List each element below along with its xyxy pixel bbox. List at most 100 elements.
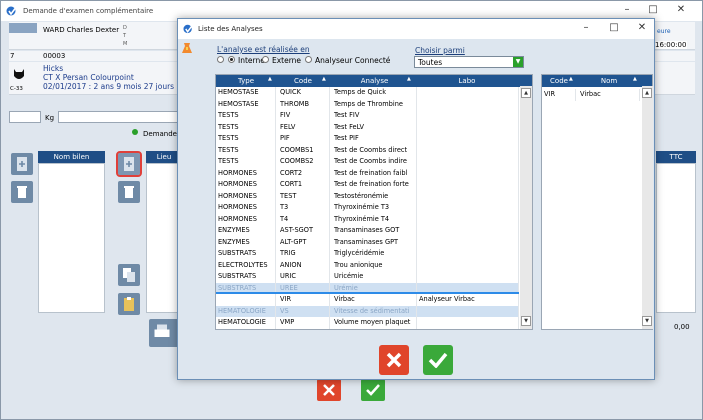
cell-type: ENZYMES xyxy=(216,225,276,237)
cell-code: AST-SGOT xyxy=(278,225,330,237)
col-right-nom[interactable]: Nom xyxy=(578,75,640,87)
table-row[interactable]: HORMONES T3 Thyroxinémie T3 xyxy=(216,202,519,214)
app-logo-icon xyxy=(183,23,194,34)
scroll-up-icon[interactable]: ▲ xyxy=(642,88,652,98)
analyses-scrollbar[interactable]: ▲ ▼ xyxy=(520,86,532,329)
sort-icon[interactable]: ▲ xyxy=(268,76,272,82)
table-row[interactable]: ENZYMES AST-SGOT Transaminases GOT xyxy=(216,225,519,237)
ok-button[interactable] xyxy=(423,345,453,375)
table-row[interactable]: HEMOSTASE THROMB Temps de Thrombine xyxy=(216,98,519,110)
analyses-table[interactable]: Type ▲ Code ▲ Analyse ▲ Labo HEMOSTASE QU… xyxy=(215,74,533,330)
delete-bilan-button[interactable] xyxy=(11,181,33,203)
sort-icon[interactable]: ▲ xyxy=(407,76,411,82)
demande-radio[interactable] xyxy=(132,129,138,135)
dialog-title: Liste des Analyses xyxy=(198,25,263,33)
table-row[interactable]: TESTS COOMBS2 Test de Coombs indire xyxy=(216,156,519,168)
dialog-minimize-icon[interactable]: – xyxy=(574,22,598,34)
table-row[interactable]: SUBSTRATS URIC Uricémie xyxy=(216,271,519,283)
cell-nom: Virbac xyxy=(578,89,640,101)
radio-interne[interactable] xyxy=(228,56,235,63)
analyseur-rows: VIR Virbac xyxy=(542,89,642,329)
analyseur-row[interactable]: VIR Virbac xyxy=(542,89,642,101)
delete-analyse-button[interactable] xyxy=(118,181,140,203)
cell-type: HEMOSTASE xyxy=(216,98,276,110)
cell-code: QUICK xyxy=(278,87,330,99)
close-icon[interactable]: ✕ xyxy=(669,4,693,16)
table-row[interactable]: ELECTROLYTES ANION Trou anionique xyxy=(216,259,519,271)
radio-analyseur[interactable] xyxy=(305,56,312,63)
cancel-button[interactable] xyxy=(379,345,409,375)
table-row[interactable]: SUBSTRATS TRIG Triglycéridémie xyxy=(216,248,519,260)
table-row[interactable]: TESTS COOMBS1 Test de Coombs direct xyxy=(216,144,519,156)
cell-code: FELV xyxy=(278,121,330,133)
dialog-close-icon[interactable]: ✕ xyxy=(630,22,654,34)
trash-icon xyxy=(124,186,134,198)
table-row[interactable]: ENZYMES ALT-GPT Transaminases GPT xyxy=(216,236,519,248)
table-row[interactable]: TESTS FELV Test FeLV xyxy=(216,121,519,133)
table-row[interactable]: HEMOSTASE QUICK Temps de Quick xyxy=(216,87,519,99)
table-row[interactable]: VIR Virbac Analyseur Virbac xyxy=(216,292,519,308)
cell-code: UREE xyxy=(278,282,330,294)
sort-icon[interactable]: ▲ xyxy=(322,76,326,82)
cell-type: TESTS xyxy=(216,144,276,156)
bg-cancel-button[interactable] xyxy=(317,379,341,401)
col-code[interactable]: Code xyxy=(278,75,328,87)
ttc-header[interactable]: TTC xyxy=(656,151,696,163)
table-row[interactable]: HEMATOLOGIE VS Vitesse de sédimentati xyxy=(216,305,519,317)
cell-labo: Analyseur Virbac xyxy=(417,294,519,306)
minimize-icon[interactable]: – xyxy=(615,4,639,16)
cell-type: TESTS xyxy=(216,156,276,168)
weight-field[interactable] xyxy=(58,111,178,123)
weight-input[interactable] xyxy=(9,111,41,123)
table-row[interactable]: TESTS FIV Test FIV xyxy=(216,110,519,122)
plus-doc-icon xyxy=(124,157,134,171)
heure-value[interactable]: 16:00:00 xyxy=(654,41,688,49)
scroll-down-icon[interactable]: ▼ xyxy=(521,316,531,326)
cell-analyse: Test de Coombs direct xyxy=(332,144,417,156)
maximize-icon[interactable]: □ xyxy=(641,4,665,16)
table-row[interactable]: SUBSTRATS UREE Urémie xyxy=(216,282,519,294)
analyseur-scrollbar[interactable]: ▲ ▼ xyxy=(642,86,653,329)
scroll-down-icon[interactable]: ▼ xyxy=(642,316,652,326)
col-type[interactable]: Type xyxy=(216,75,276,87)
table-row[interactable]: HORMONES CORT2 Test de freination faibl xyxy=(216,167,519,179)
sort-icon[interactable]: ▲ xyxy=(569,76,573,82)
add-bilan-button[interactable] xyxy=(11,153,33,175)
cell-analyse: Testostéronémie xyxy=(332,190,417,202)
option-interne[interactable]: Interne xyxy=(238,56,265,65)
table-row[interactable]: HEMATOLOGIE VMP Volume moyen plaquet xyxy=(216,317,519,329)
col-analyse[interactable]: Analyse xyxy=(332,75,417,87)
cell-code: T3 xyxy=(278,202,330,214)
cell-analyse: Volume moyen plaquet xyxy=(332,317,417,329)
check-icon xyxy=(366,384,380,396)
analyseur-table[interactable]: Code ▲ Nom ▲ VIR Virbac xyxy=(541,74,653,330)
table-row[interactable]: HORMONES CORT1 Test de freination forte xyxy=(216,179,519,191)
col-labo[interactable]: Labo xyxy=(417,75,517,87)
sort-icon[interactable]: ▲ xyxy=(633,76,637,82)
table-row[interactable]: HORMONES T4 Thyroxinémie T4 xyxy=(216,213,519,225)
option-externe[interactable]: Externe xyxy=(272,56,301,65)
table-row[interactable]: TESTS PIF Test PIF xyxy=(216,133,519,145)
bg-ok-button[interactable] xyxy=(361,379,385,401)
dialog-maximize-icon[interactable]: □ xyxy=(602,22,626,34)
copy-button[interactable] xyxy=(118,264,140,286)
choisir-select[interactable]: Toutes ▼ xyxy=(414,56,524,68)
cell-labo xyxy=(417,317,519,329)
add-analyse-button[interactable] xyxy=(116,151,142,177)
paste-button[interactable] xyxy=(118,293,140,315)
chevron-down-icon[interactable]: ▼ xyxy=(513,57,523,67)
nom-bilen-header[interactable]: Nom bilen xyxy=(38,151,105,163)
option-analyseur-connecte[interactable]: Analyseur Connecté xyxy=(315,56,390,65)
cell-analyse: Virbac xyxy=(332,294,417,306)
radio-interne-all[interactable] xyxy=(217,56,224,63)
print-button[interactable] xyxy=(149,319,179,347)
cell-type: TESTS xyxy=(216,121,276,133)
scroll-up-icon[interactable]: ▲ xyxy=(521,88,531,98)
ttc-list[interactable] xyxy=(656,163,696,313)
bilan-list[interactable] xyxy=(38,163,105,313)
patient-name: WARD Charles Dexter xyxy=(43,26,120,34)
radio-externe[interactable] xyxy=(262,56,269,63)
table-row[interactable]: HORMONES TEST Testostéronémie xyxy=(216,190,519,202)
cell-analyse: Thyroxinémie T3 xyxy=(332,202,417,214)
cell-analyse: Temps de Thrombine xyxy=(332,98,417,110)
